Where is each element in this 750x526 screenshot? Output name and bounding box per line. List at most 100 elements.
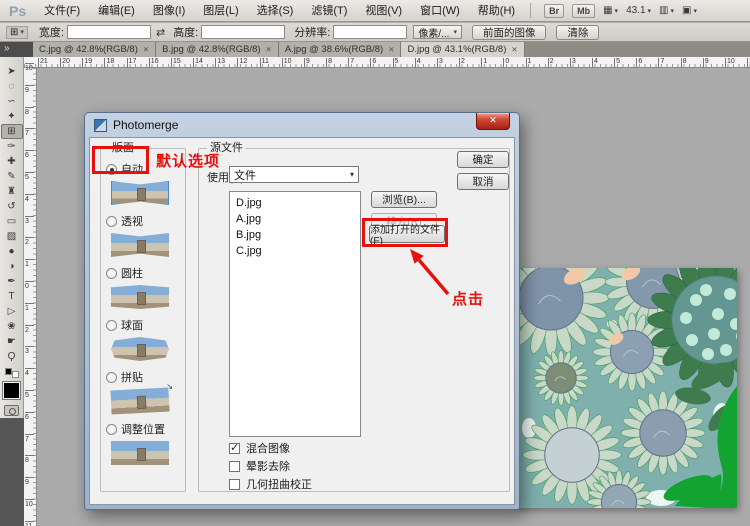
path-select-tool[interactable]: ▷ xyxy=(1,304,23,319)
crop-tool[interactable]: ⊞ xyxy=(1,124,23,139)
menu-layer[interactable]: 图层(L) xyxy=(194,0,247,22)
close-icon[interactable]: ✕ xyxy=(388,45,394,54)
tool-palette: ➤◌∽✦⊞✑✚✎♜↺▭▨●◑✒T▷❀☛Ϙ xyxy=(0,57,24,418)
radio-cylinder[interactable] xyxy=(106,268,117,279)
ruler-number: 1 xyxy=(25,303,34,312)
menu-help[interactable]: 帮助(H) xyxy=(469,0,524,22)
radio-reposition[interactable] xyxy=(106,424,117,435)
close-icon[interactable]: ✕ xyxy=(143,45,149,54)
cancel-button[interactable]: 取消 xyxy=(457,173,509,190)
width-input[interactable] xyxy=(67,25,151,39)
default-colors-icon[interactable] xyxy=(5,368,19,378)
blur-tool[interactable]: ● xyxy=(1,244,23,259)
foreground-color-swatch[interactable] xyxy=(3,382,20,399)
clear-button[interactable]: 清除 xyxy=(556,25,599,40)
dodge-tool[interactable]: ◑ xyxy=(1,259,23,274)
type-tool[interactable]: T xyxy=(1,289,23,304)
lasso-tool[interactable]: ∽ xyxy=(1,94,23,109)
ok-button[interactable]: 确定 xyxy=(457,151,509,168)
arrange-documents-icon[interactable]: ▦▾ xyxy=(603,5,618,16)
pen-tool[interactable]: ✒ xyxy=(1,274,23,289)
mini-bridge-icon[interactable]: Mb xyxy=(572,4,595,18)
sunflower-image[interactable] xyxy=(515,268,737,508)
layout-option-sphere[interactable]: 球面 xyxy=(106,317,185,333)
front-image-button[interactable]: 前面的图像 xyxy=(472,25,547,40)
radio-collage[interactable] xyxy=(106,372,117,383)
layout-option-reposition[interactable]: 调整位置 xyxy=(106,421,185,437)
checkbox[interactable] xyxy=(229,443,240,454)
ruler-number: 21 xyxy=(38,58,48,68)
close-icon[interactable]: ✕ xyxy=(511,45,517,54)
radio-auto[interactable] xyxy=(106,164,117,175)
brush-tool[interactable]: ✎ xyxy=(1,169,23,184)
file-list-item[interactable]: B.jpg xyxy=(236,227,360,243)
screen-mode-icon[interactable]: ▣▾ xyxy=(682,5,697,16)
healing-brush-tool[interactable]: ✚ xyxy=(1,154,23,169)
document-tab-2[interactable]: A.jpg @ 38.6%(RGB/8)✕ xyxy=(279,42,402,57)
checkbox-row-2[interactable]: 几何扭曲校正 xyxy=(229,475,312,493)
checkbox-row-0[interactable]: 混合图像 xyxy=(229,439,312,457)
quick-select-tool[interactable]: ✦ xyxy=(1,109,23,124)
layout-option-cylinder[interactable]: 圆柱 xyxy=(106,265,185,281)
layout-option-collage[interactable]: 拼贴 xyxy=(106,369,185,385)
document-tab-3[interactable]: D.jpg @ 43.1%(RGB/8)✕ xyxy=(401,42,524,57)
menu-filter[interactable]: 滤镜(T) xyxy=(302,0,356,22)
eraser-tool[interactable]: ▭ xyxy=(1,214,23,229)
move-tool[interactable]: ➤ xyxy=(1,64,23,79)
file-list-item[interactable]: D.jpg xyxy=(236,195,360,211)
resolution-unit-select[interactable]: 像素/... ▾ xyxy=(413,25,462,39)
menu-file[interactable]: 文件(F) xyxy=(35,0,89,22)
zoom-level-icon[interactable]: 43.1▾ xyxy=(626,5,651,16)
radio-perspective[interactable] xyxy=(106,216,117,227)
checkbox[interactable] xyxy=(229,461,240,472)
ruler-number: 1 xyxy=(526,58,532,68)
thumbnail-collage xyxy=(111,389,169,413)
panel-overflow-icon[interactable]: » xyxy=(0,42,33,57)
checkbox-row-1[interactable]: 晕影去除 xyxy=(229,457,312,475)
document-tab-0[interactable]: C.jpg @ 42.8%(RGB/8)✕ xyxy=(33,42,156,57)
zoom-tool[interactable]: Ϙ xyxy=(1,349,23,364)
crop-tool-preset-chip[interactable]: ⊞ ▾ xyxy=(6,26,28,39)
ruler-number: 0 xyxy=(503,58,509,68)
photoshop-window: Ps 文件(F)编辑(E)图像(I)图层(L)选择(S)滤镜(T)视图(V)窗口… xyxy=(0,0,750,526)
clone-stamp-tool[interactable]: ♜ xyxy=(1,184,23,199)
quick-mask-icon[interactable] xyxy=(4,405,19,416)
history-brush-tool[interactable]: ↺ xyxy=(1,199,23,214)
view-extras-icon[interactable]: ▥▾ xyxy=(659,5,674,16)
ruler-number: 20 xyxy=(60,58,70,68)
document-tab-1[interactable]: B.jpg @ 42.8%(RGB/8)✕ xyxy=(156,42,279,57)
menu-image[interactable]: 图像(I) xyxy=(144,0,194,22)
browse-button[interactable]: 浏览(B)... xyxy=(371,191,437,208)
close-icon[interactable]: ✕ xyxy=(266,45,272,54)
checkbox-label: 晕影去除 xyxy=(246,458,290,474)
file-list-item[interactable]: C.jpg xyxy=(236,243,360,259)
resolution-input[interactable] xyxy=(333,25,407,39)
hand-tool[interactable]: ☛ xyxy=(1,334,23,349)
gradient-tool[interactable]: ▨ xyxy=(1,229,23,244)
source-file-list[interactable]: D.jpgA.jpgB.jpgC.jpg xyxy=(229,191,361,437)
layout-option-perspective[interactable]: 透视 xyxy=(106,213,185,229)
close-icon[interactable]: ✕ xyxy=(476,113,510,130)
marquee-tool[interactable]: ◌ xyxy=(1,79,23,94)
ruler-number: 10 xyxy=(725,58,735,68)
dialog-title-bar[interactable]: Photomerge xyxy=(85,113,519,137)
use-select[interactable]: 文件 ▾ xyxy=(229,166,359,183)
ruler-number: 11 xyxy=(25,521,34,526)
checkbox[interactable] xyxy=(229,479,240,490)
custom-shape-tool[interactable]: ❀ xyxy=(1,319,23,334)
chevron-down-icon: ▾ xyxy=(648,7,652,15)
bridge-icon[interactable]: Br xyxy=(544,4,564,18)
thumbnail-image xyxy=(111,285,169,309)
height-input[interactable] xyxy=(201,25,285,39)
add-open-files-button[interactable]: 添加打开的文件(F) xyxy=(369,225,445,243)
menu-edit[interactable]: 编辑(E) xyxy=(89,0,144,22)
menu-separator xyxy=(530,3,531,18)
menu-select[interactable]: 选择(S) xyxy=(248,0,303,22)
file-list-item[interactable]: A.jpg xyxy=(236,211,360,227)
eyedropper-tool[interactable]: ✑ xyxy=(1,139,23,154)
menu-window[interactable]: 窗口(W) xyxy=(411,0,469,22)
swap-dimensions-icon[interactable]: ⇄ xyxy=(156,26,165,39)
radio-sphere[interactable] xyxy=(106,320,117,331)
menu-view[interactable]: 视图(V) xyxy=(356,0,411,22)
dialog-title: Photomerge xyxy=(113,118,178,132)
